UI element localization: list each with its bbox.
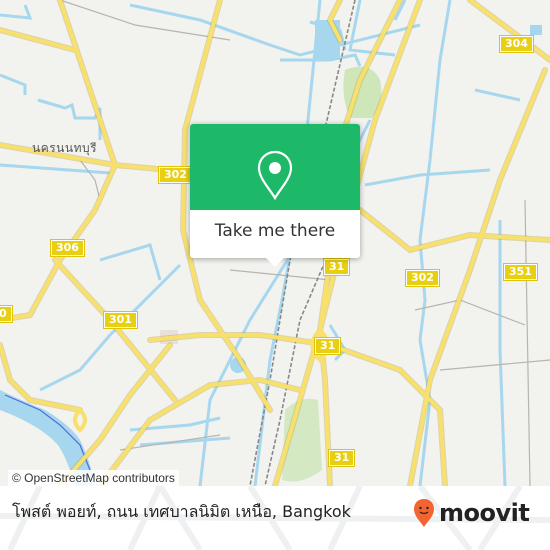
moovit-pin-icon: [414, 499, 434, 527]
route-badge: 31: [313, 337, 342, 355]
major-road: [0, 28, 77, 52]
pond: [530, 25, 542, 35]
moovit-logo[interactable]: moovit: [413, 498, 530, 528]
canal: [0, 73, 27, 95]
map-attribution[interactable]: © OpenStreetMap contributors: [8, 470, 179, 486]
popup-pointer: [265, 257, 285, 267]
canal: [0, 4, 33, 20]
take-me-there-button[interactable]: Take me there: [190, 210, 360, 258]
map-view[interactable]: นครนนทบุรี 304 302 306 301 31 302 351 31…: [0, 0, 550, 486]
place-label: นครนนทบุรี: [32, 141, 98, 155]
route-badge: 302: [405, 269, 440, 287]
canal: [139, 436, 231, 447]
route-badge: 302: [158, 166, 193, 184]
interchange: [73, 407, 87, 433]
footer-bar: โพสต์ พอยท์, ถนน เทศบาลนิมิต เหนือ, Bang…: [0, 486, 550, 550]
canal: [99, 243, 162, 281]
minor-road: [79, 159, 101, 201]
minor-road: [524, 199, 531, 486]
canal: [0, 163, 111, 175]
location-popup: Take me there: [190, 124, 360, 267]
route-badge: 306: [50, 239, 85, 257]
route-badge: 31: [322, 258, 351, 276]
route-badge: 304: [499, 35, 534, 53]
minor-road: [414, 299, 526, 326]
route-badge: 0: [0, 305, 13, 323]
logo-text: moovit: [439, 499, 530, 527]
location-pin-icon: [257, 150, 293, 200]
minor-road: [439, 359, 550, 371]
popup-header: [190, 124, 360, 210]
canal: [474, 88, 521, 102]
route-badge: 31: [327, 449, 356, 467]
route-badge: 301: [103, 311, 138, 329]
canal: [498, 220, 507, 486]
address-text: โพสต์ พอยท์, ถนน เทศบาลนิมิต เหนือ, Bang…: [12, 502, 351, 521]
canal: [37, 98, 102, 140]
route-badge: 351: [503, 263, 538, 281]
minor-road: [59, 0, 231, 41]
